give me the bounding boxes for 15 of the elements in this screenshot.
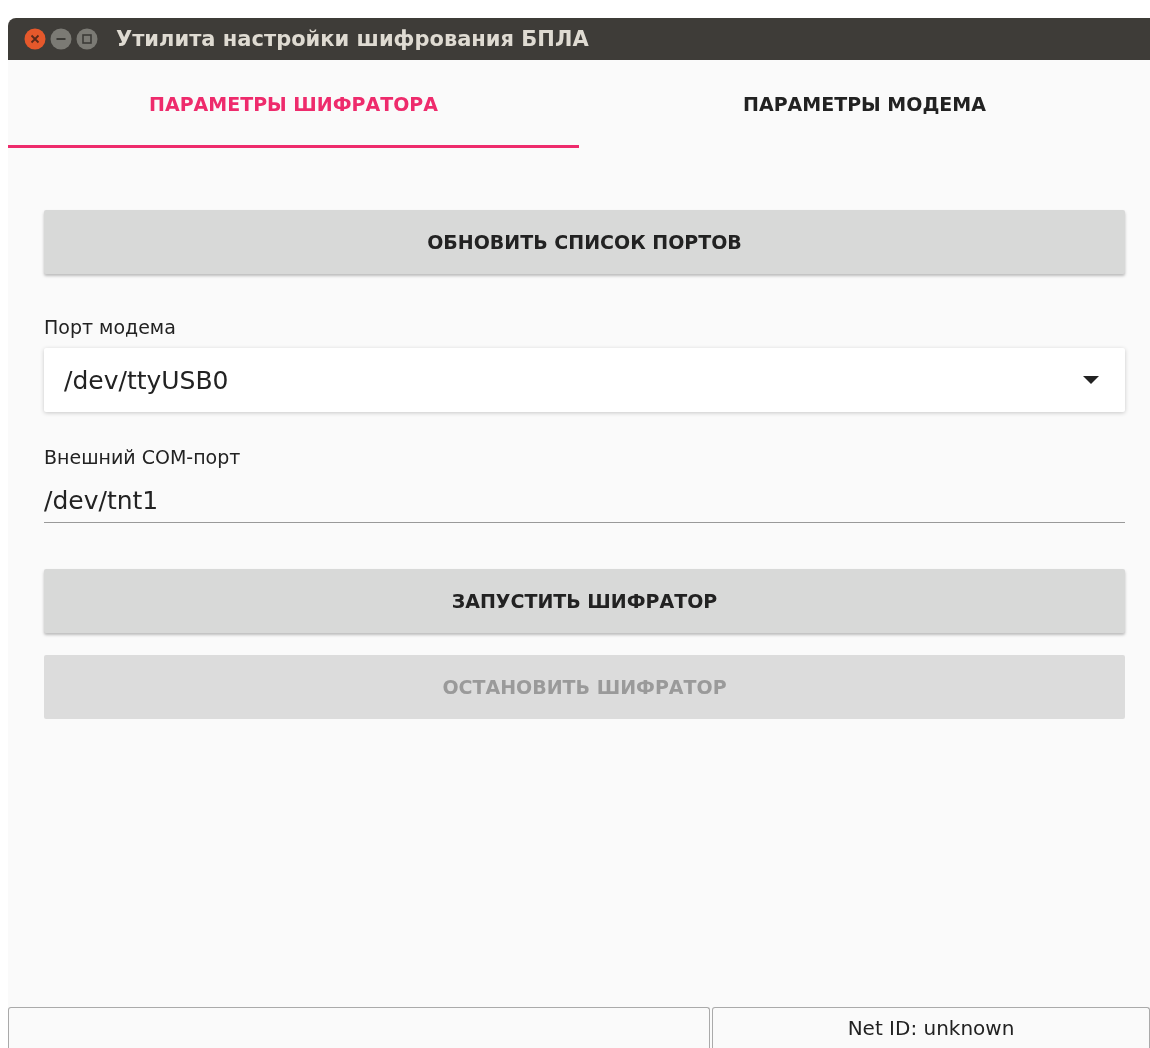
- window-title: Утилита настройки шифрования БПЛА: [116, 27, 589, 51]
- button[interactable]: ЗАПУСТИТЬ ШИФРАТОР: [44, 569, 1125, 633]
- status-text: Net ID: unknown: [847, 1016, 1015, 1040]
- maximize-icon[interactable]: [76, 28, 98, 50]
- minimize-icon[interactable]: [50, 28, 72, 50]
- dropdown[interactable]: /dev/ttyUSB0: [44, 348, 1125, 412]
- field-label: Порт модема: [44, 316, 177, 338]
- button[interactable]: ОБНОВИТЬ СПИСОК ПОРТОВ: [44, 210, 1125, 274]
- close-icon[interactable]: [24, 28, 46, 50]
- input-field[interactable]: /dev/tnt1: [44, 478, 1125, 523]
- caret-icon: [1083, 376, 1099, 384]
- dropdown-value: /dev/ttyUSB0: [64, 365, 229, 395]
- tab[interactable]: ПАРАМЕТРЫ ШИФРАТОРА: [8, 60, 579, 148]
- field-label: Внешний COM-порт: [44, 446, 242, 468]
- tab[interactable]: ПАРАМЕТРЫ МОДЕМА: [579, 60, 1150, 148]
